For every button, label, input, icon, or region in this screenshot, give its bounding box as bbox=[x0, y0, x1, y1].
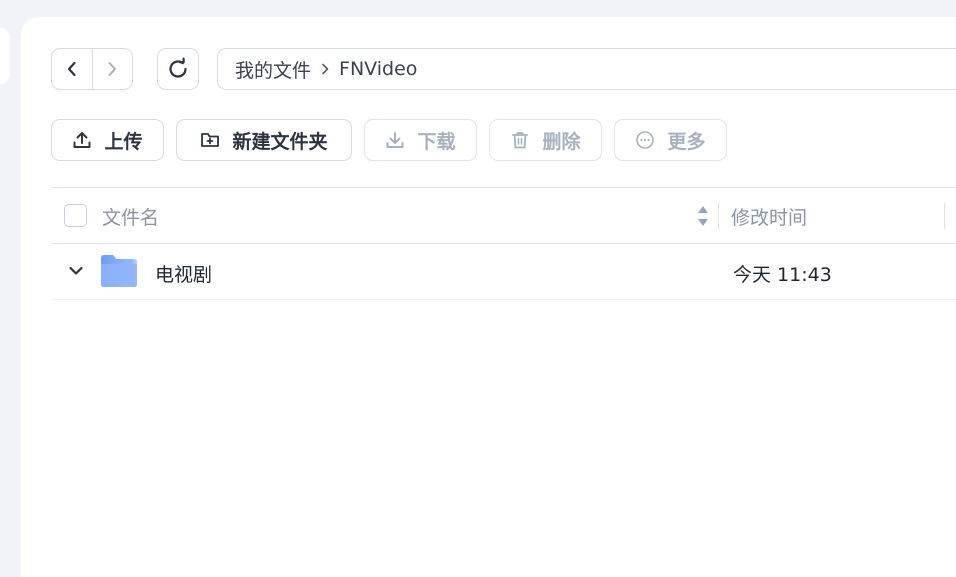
new-folder-button[interactable]: 新建文件夹 bbox=[176, 119, 352, 161]
select-all-checkbox[interactable] bbox=[64, 204, 87, 227]
upload-label: 上传 bbox=[104, 130, 143, 153]
more-button[interactable]: 更多 bbox=[614, 119, 727, 161]
forward-button[interactable] bbox=[91, 49, 133, 89]
refresh-button[interactable] bbox=[157, 48, 199, 90]
history-nav bbox=[51, 48, 133, 90]
breadcrumb-item-current[interactable]: FNVideo bbox=[339, 58, 417, 80]
download-icon bbox=[386, 132, 404, 148]
upload-icon bbox=[73, 132, 91, 148]
file-name[interactable]: 电视剧 bbox=[155, 260, 212, 287]
more-label: 更多 bbox=[667, 130, 706, 153]
download-button[interactable]: 下载 bbox=[364, 119, 477, 161]
chevron-left-icon bbox=[67, 61, 76, 77]
folder-icon bbox=[101, 255, 137, 287]
column-divider[interactable] bbox=[944, 203, 945, 229]
breadcrumb-item-root[interactable]: 我的文件 bbox=[235, 56, 311, 83]
back-button[interactable] bbox=[52, 49, 92, 89]
delete-button[interactable]: 删除 bbox=[489, 119, 602, 161]
new-folder-icon bbox=[201, 133, 220, 147]
delete-label: 删除 bbox=[542, 130, 581, 153]
file-browser-panel: 我的文件 FNVideo 上传 新建文件夹 下载 删除 更多 文件名 修改时间 … bbox=[21, 17, 956, 577]
sort-icon[interactable] bbox=[696, 203, 710, 229]
column-divider[interactable] bbox=[718, 203, 719, 229]
upload-button[interactable]: 上传 bbox=[51, 119, 164, 161]
chevron-right-icon bbox=[320, 62, 330, 76]
file-table-header: 文件名 修改时间 bbox=[51, 187, 956, 244]
new-folder-label: 新建文件夹 bbox=[232, 130, 328, 153]
file-modified-time: 今天 11:43 bbox=[733, 264, 832, 286]
sidebar-edge bbox=[0, 28, 10, 84]
more-icon bbox=[636, 131, 655, 149]
column-header-name[interactable]: 文件名 bbox=[102, 203, 159, 230]
breadcrumb: 我的文件 FNVideo bbox=[217, 48, 956, 90]
chevron-right-icon bbox=[108, 62, 117, 76]
chevron-down-icon[interactable] bbox=[68, 265, 84, 277]
download-label: 下载 bbox=[417, 130, 456, 153]
table-row[interactable]: 电视剧 今天 11:43 bbox=[51, 244, 956, 300]
column-header-modified[interactable]: 修改时间 bbox=[731, 203, 807, 230]
trash-icon bbox=[512, 132, 529, 149]
refresh-icon bbox=[169, 57, 187, 78]
